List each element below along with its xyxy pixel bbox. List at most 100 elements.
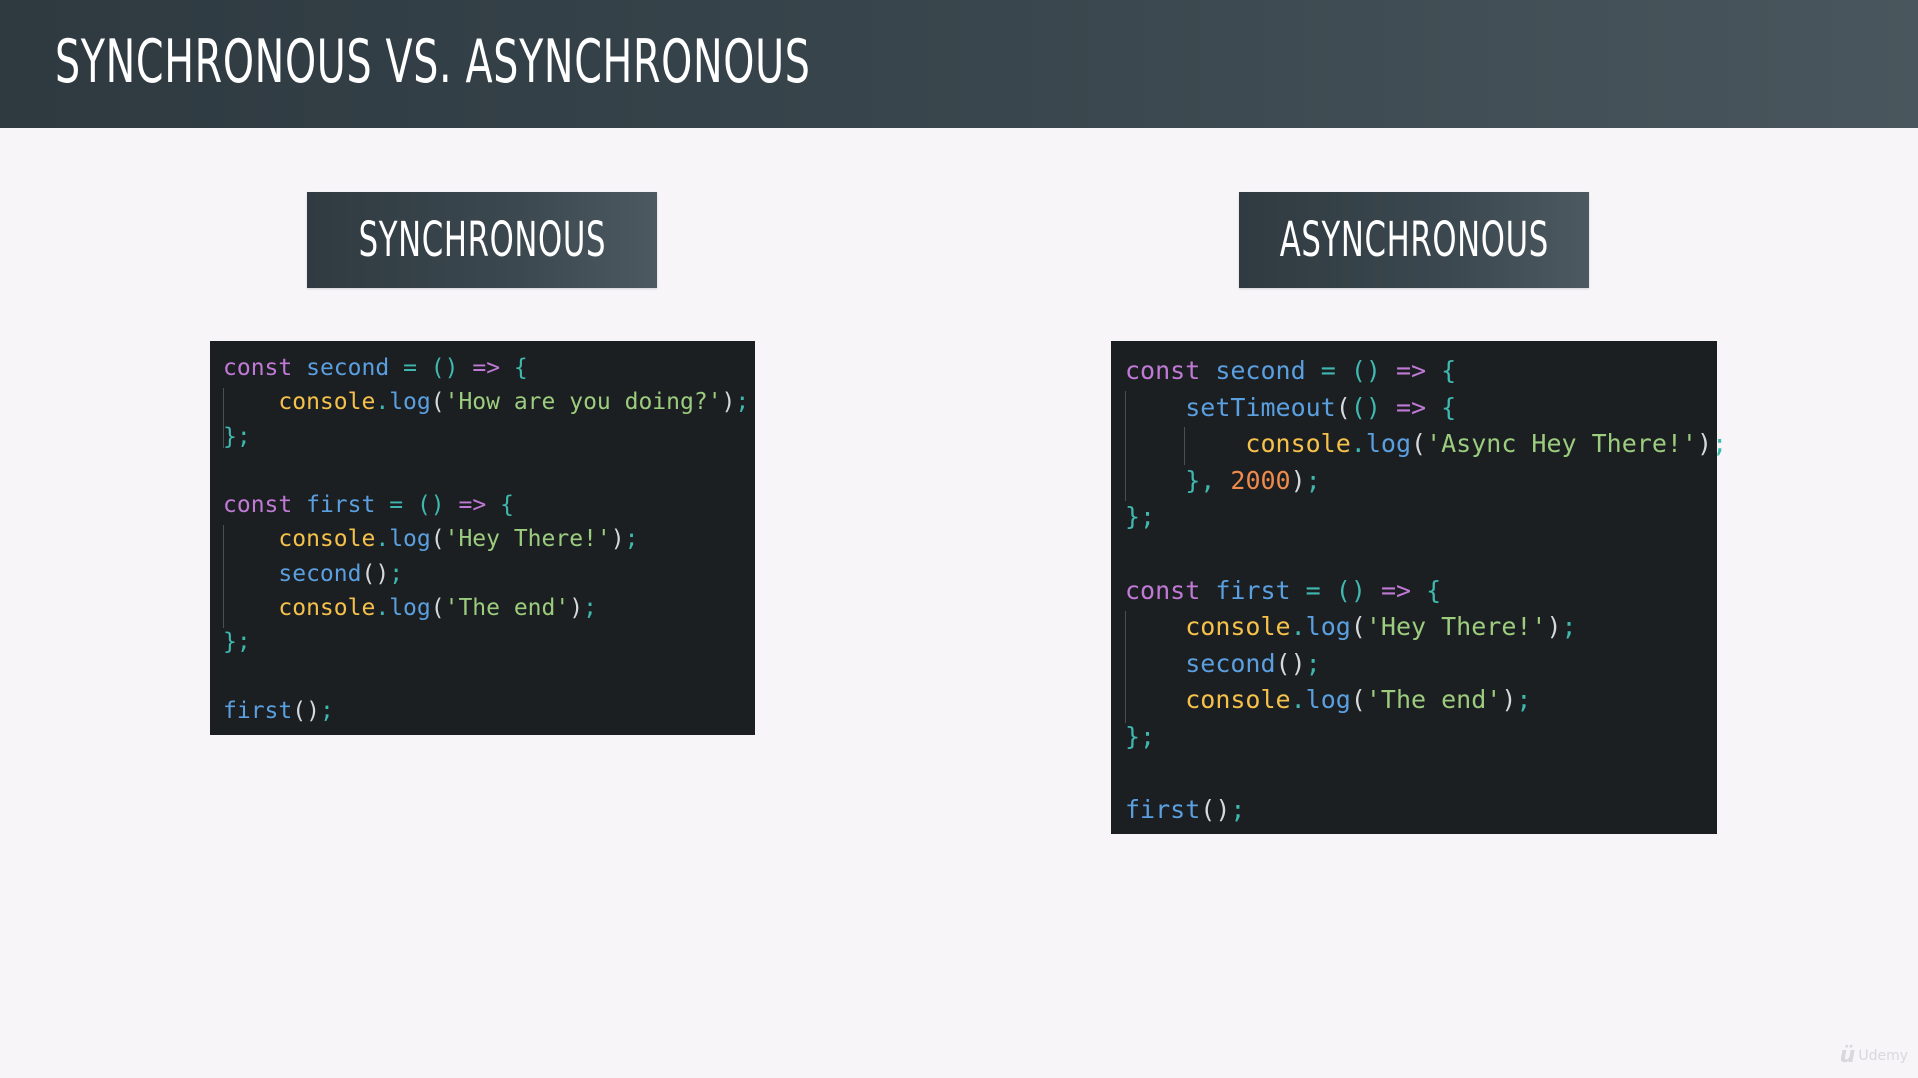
slide-title: SYNCHRONOUS VS. ASYNCHRONOUS	[55, 27, 811, 97]
code-token: .	[1290, 612, 1306, 642]
code-line: console.log('The end');	[1125, 682, 1717, 719]
code-token: ;	[1230, 795, 1246, 825]
code-token: =>	[1380, 575, 1412, 605]
asynchronous-label: ASYNCHRONOUS	[1279, 212, 1549, 268]
code-token: second	[278, 560, 362, 587]
code-token: ()	[292, 697, 320, 724]
asynchronous-label-box: ASYNCHRONOUS	[1239, 192, 1589, 288]
code-token: =>	[1395, 392, 1427, 422]
asynchronous-code-panel: const second = () => { setTimeout(() => …	[1111, 341, 1727, 834]
code-token: 'Hey There!'	[1365, 612, 1547, 642]
code-token: =	[1305, 575, 1321, 605]
code-token: },	[1185, 465, 1216, 495]
code-token: ()	[416, 492, 445, 519]
code-token: console	[1245, 429, 1351, 459]
synchronous-label: SYNCHRONOUS	[358, 212, 606, 268]
code-line: console.log('How are you doing?');	[223, 385, 755, 419]
code-token: =>	[472, 355, 501, 381]
code-token: first	[1125, 795, 1201, 825]
code-token: (	[430, 526, 445, 553]
code-line: };	[223, 625, 755, 659]
code-token: console	[1185, 612, 1291, 642]
code-token: {	[500, 492, 514, 519]
code-token: ()	[1200, 795, 1231, 825]
code-token: )	[1546, 612, 1562, 642]
code-line: const second = () => {	[1125, 353, 1717, 390]
code-line: first();	[1125, 792, 1717, 829]
udemy-logo-icon: ü	[1839, 1043, 1856, 1068]
code-token: 2000	[1230, 465, 1291, 495]
code-token: ;	[319, 697, 334, 724]
code-line: };	[1125, 499, 1717, 536]
code-token: const	[1125, 356, 1201, 385]
code-line: };	[223, 420, 755, 454]
code-token: =	[403, 355, 417, 381]
code-token: ;	[1516, 685, 1532, 715]
code-token: )	[610, 526, 625, 553]
code-token: };	[1125, 502, 1156, 532]
code-token: first	[1215, 575, 1291, 605]
code-token: 'Async Hey There!'	[1426, 429, 1697, 459]
synchronous-code-panel: const second = () => { console.log('How …	[210, 341, 755, 735]
code-token: const	[223, 355, 293, 381]
code-line: console.log('Hey There!');	[223, 522, 755, 556]
udemy-watermark-text: Udemy	[1858, 1047, 1908, 1064]
code-token: const	[1125, 575, 1201, 605]
code-token: )	[569, 595, 584, 622]
code-token: )	[1501, 685, 1517, 715]
code-line: console.log('Hey There!');	[1125, 609, 1717, 646]
code-token: 'The end'	[1365, 685, 1502, 715]
code-token: ;	[624, 526, 639, 553]
code-line: second();	[1125, 646, 1717, 683]
code-token: {	[1426, 575, 1442, 605]
code-token: ()	[430, 355, 459, 381]
code-token: ;	[583, 595, 597, 622]
code-token: =	[389, 492, 404, 519]
code-token: console	[1185, 685, 1291, 715]
code-token: console	[278, 389, 376, 416]
code-token: log	[389, 526, 431, 553]
slide-header: SYNCHRONOUS VS. ASYNCHRONOUS	[0, 0, 1918, 128]
code-token: second	[306, 355, 390, 381]
code-token: )	[721, 389, 736, 416]
code-token: setTimeout	[1185, 392, 1336, 422]
code-token: (	[1350, 612, 1366, 642]
code-token: };	[1125, 721, 1156, 751]
code-token: (	[1335, 392, 1351, 422]
code-token: ;	[1712, 429, 1728, 459]
code-token: {	[1441, 392, 1457, 422]
code-token: ;	[1305, 648, 1321, 678]
code-token: ()	[361, 560, 390, 587]
code-line: }, 2000);	[1125, 463, 1717, 500]
udemy-watermark: ü Udemy	[1840, 1043, 1908, 1068]
code-token: log	[389, 595, 431, 622]
code-token: log	[1305, 612, 1351, 642]
code-token: =>	[1396, 356, 1427, 385]
code-line: const first = () => {	[223, 488, 755, 522]
code-token: console	[278, 526, 376, 553]
code-line: const second = () => {	[223, 351, 755, 385]
